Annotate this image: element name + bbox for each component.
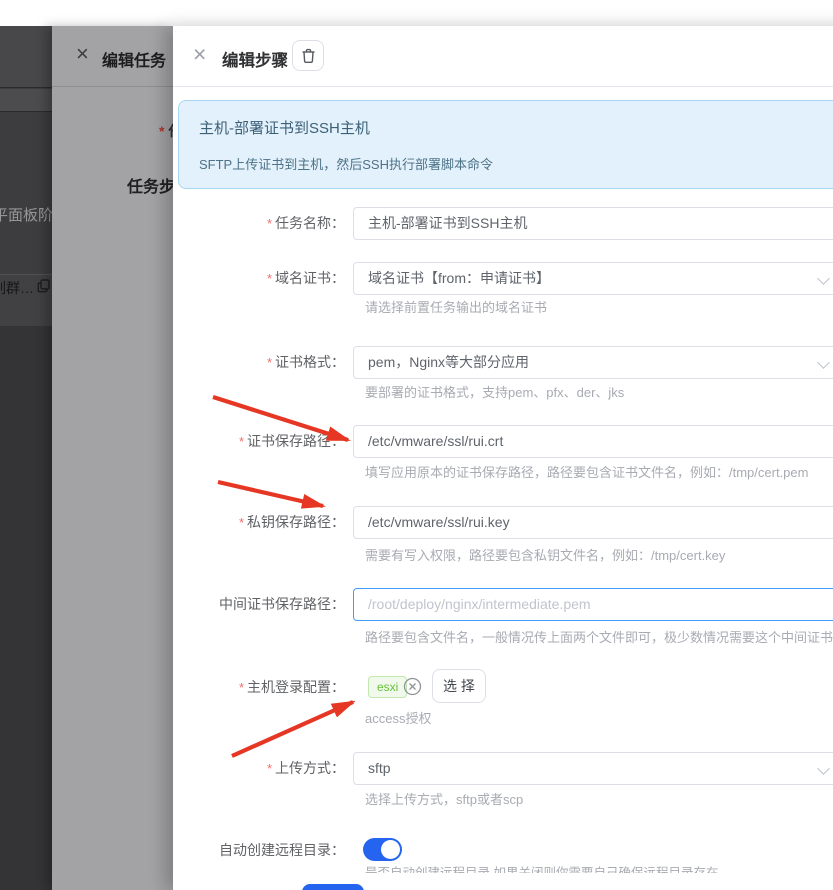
divider [52, 86, 173, 87]
placeholder-text: /root/deploy/nginx/intermediate.pem [368, 596, 591, 612]
required-mark: * [266, 216, 272, 231]
back-drawer-edit-task: × 编辑任务 * 任 任务步骤： [52, 26, 173, 890]
chevron-down-icon [817, 356, 830, 369]
field-label: 自动创建远程目录： [219, 842, 345, 858]
primary-action-button-clipped[interactable] [302, 884, 364, 890]
field-label: * 任务名称： [266, 215, 345, 231]
circle-close-icon[interactable] [403, 677, 422, 696]
drawer-edit-step: × 编辑步骤 主机-部署证书到SSH主机 SFTP上传证书到主机，然后SSH执行… [173, 26, 833, 890]
step-info-alert: 主机-部署证书到SSH主机 SFTP上传证书到主机，然后SSH执行部署脚本命令 [178, 100, 833, 189]
field-label: * 上传方式： [266, 760, 345, 776]
close-icon[interactable]: × [76, 43, 89, 65]
trash-icon [302, 48, 314, 63]
auto-create-dir-toggle[interactable] [363, 838, 402, 861]
upload-method-select[interactable]: sftp [353, 752, 833, 785]
sidebar-item-label-partial: 平面板阶 [0, 207, 52, 224]
required-mark-partial: * 任 [159, 123, 173, 139]
cert-path-input[interactable]: /etc/vmware/ssl/rui.crt [353, 425, 833, 458]
field-help: 要部署的证书格式，支持pem、pfx、der、jks [365, 385, 625, 400]
field-help: 选择上传方式，sftp或者scp [365, 792, 524, 807]
drawer-title: 编辑步骤 [222, 52, 288, 70]
field-help: access授权 [365, 711, 432, 726]
field-label: * 证书保存路径： [238, 433, 345, 449]
field-help: 请选择前置任务输出的域名证书 [365, 300, 548, 315]
cert-format-select[interactable]: pem，Nginx等大部分应用 [353, 346, 833, 379]
form-row-host-access: * 主机登录配置： esxi 选 择 [173, 668, 833, 706]
required-mark: * [266, 761, 272, 776]
divider [173, 86, 833, 87]
copy-icon [37, 279, 50, 293]
page: { "colors": { "accent_blue": "#2464ef", … [0, 0, 833, 890]
back-drawer-field-label-partial: 任务步骤： [127, 179, 173, 196]
chevron-down-icon [817, 272, 830, 285]
step-type-title: 主机-部署证书到SSH主机 [199, 120, 370, 137]
field-label: * 证书格式： [266, 354, 345, 370]
intermediate-path-input[interactable]: /root/deploy/nginx/intermediate.pem [353, 588, 833, 621]
delete-step-button[interactable] [292, 40, 324, 71]
chevron-down-icon [817, 762, 830, 775]
sidebar-row [0, 26, 52, 88]
field-label: * 域名证书： [266, 270, 345, 286]
back-drawer-title: 编辑任务 [102, 53, 167, 70]
field-help: 填写应用原本的证书保存路径，路径要包含证书文件名，例如：/tmp/cert.pe… [365, 465, 809, 480]
field-label: 中间证书保存路径： [219, 596, 345, 612]
field-help: 路径要包含文件名，一般情况传上面两个文件即可，极少数情况需要这个中间证书 [365, 630, 833, 645]
host-access-tag: esxi [368, 676, 408, 698]
required-mark: * [238, 680, 244, 695]
required-mark: * [238, 434, 244, 449]
required-mark: * [238, 515, 244, 530]
field-help-clipped: 是否自动创建远程目录,如果关闭则你需要自己确保远程目录存在 [365, 866, 719, 873]
field-label: * 主机登录配置： [238, 679, 345, 695]
step-type-description: SFTP上传证书到主机，然后SSH执行部署脚本命令 [199, 157, 493, 172]
domain-cert-select[interactable]: 域名证书【from：申请证书】 [353, 262, 833, 295]
host-access-select-button[interactable]: 选 择 [432, 669, 486, 703]
app-sidebar-dimmed: 平面板阶 列群… [0, 26, 52, 890]
field-label: * 私钥保存路径： [238, 514, 345, 530]
required-mark: * [266, 355, 272, 370]
field-help: 需要有写入权限，路径要包含私钥文件名，例如：/tmp/cert.key [365, 548, 726, 563]
toggle-knob [381, 840, 400, 859]
close-icon[interactable]: × [193, 43, 206, 66]
required-mark: * [266, 271, 272, 286]
task-name-input[interactable]: 主机-部署证书到SSH主机 [353, 207, 833, 240]
key-path-input[interactable]: /etc/vmware/ssl/rui.key [353, 506, 833, 539]
sidebar-row [0, 326, 52, 890]
sidebar-row [0, 89, 52, 112]
